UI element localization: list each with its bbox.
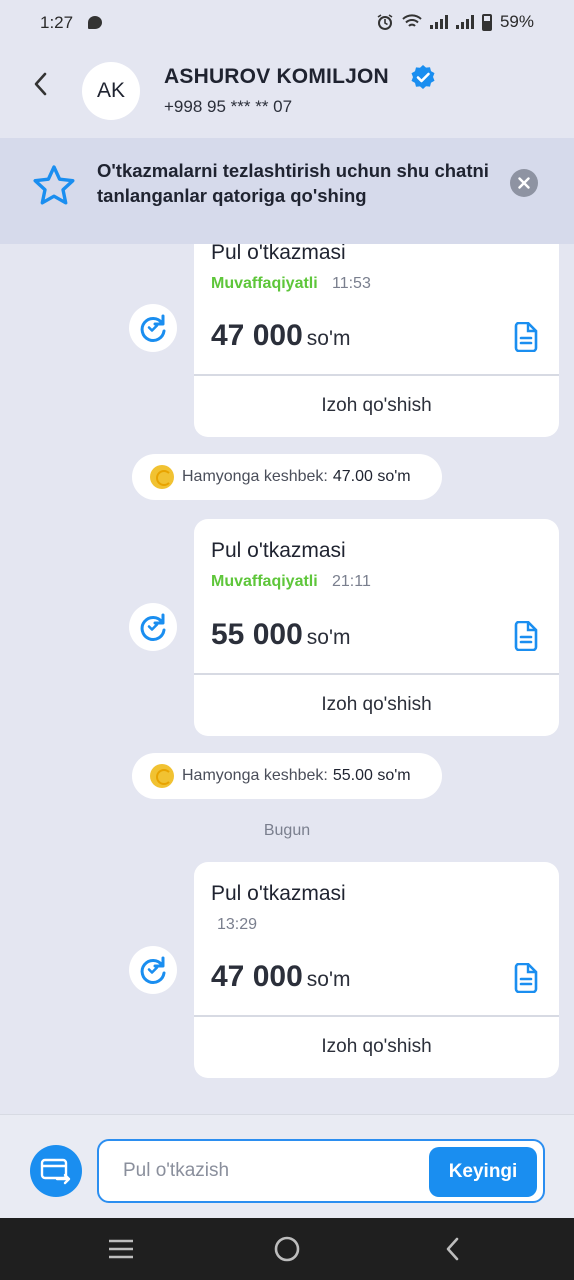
chat-notification-icon [88,16,102,29]
battery-percent: 59% [499,12,534,31]
transfer-input-field[interactable]: Keyingi [97,1139,545,1203]
menu-icon [109,1239,133,1259]
transfer-input[interactable] [123,1155,423,1187]
card-amount: 47 000 so'm [211,319,350,353]
repeat-transfer-button[interactable] [129,946,177,994]
home-circle-icon [274,1236,300,1262]
amount-value: 55 000 [211,618,303,651]
coin-icon [150,764,174,788]
amount-currency: so'm [306,968,351,991]
transfer-card[interactable]: Pul o'tkazmasi Muvaffaqiyatli 21:11 55 0… [194,519,559,736]
wallet-transfer-icon [40,1158,71,1185]
home-button[interactable] [270,1232,304,1266]
repeat-transfer-button[interactable] [129,304,177,352]
signal-icon [429,15,448,29]
status-indicators: 59% [376,12,534,32]
card-time: 13:29 [217,916,258,933]
status-time: 1:27 [40,13,74,32]
next-button[interactable]: Keyingi [429,1147,537,1197]
banner-close-button[interactable] [510,169,538,197]
card-status: Muvaffaqiyatli [211,275,318,292]
cashback-amount: 47.00 so'm [332,468,411,485]
card-amount: 55 000 so'm [211,618,350,652]
add-comment-button[interactable]: Izoh qo'shish [194,1017,559,1077]
card-title: Pul o'tkazmasi [211,244,346,264]
close-icon [518,177,530,189]
avatar[interactable]: AK [82,62,140,120]
amount-currency: so'm [306,327,351,350]
amount-currency: so'm [306,626,351,649]
system-back-button[interactable] [435,1232,469,1266]
transfer-card[interactable]: Pul o'tkazmasi 13:29 47 000 so'm Izoh qo'… [194,862,559,1078]
composer-bar: Keyingi [0,1114,574,1218]
chat-messages[interactable]: Pul o'tkazmasi Muvaffaqiyatli 11:53 47 0… [0,244,574,1114]
card-title: Pul o'tkazmasi [211,539,346,562]
repeat-icon [140,613,166,641]
add-comment-button[interactable]: Izoh qo'shish [194,376,559,436]
repeat-icon [140,314,166,342]
document-icon[interactable] [513,322,539,352]
date-separator: Bugun [263,822,311,839]
wifi-icon [402,14,422,27]
chevron-left-icon [446,1237,459,1261]
transfer-card[interactable]: Pul o'tkazmasi Muvaffaqiyatli 11:53 47 0… [194,244,559,437]
back-button[interactable] [24,64,56,104]
alarm-icon [377,14,393,30]
card-status: Muvaffaqiyatli [211,573,318,590]
cashback-notice: Hamyonga keshbek: 55.00 so'm [132,753,442,799]
contact-phone: +998 95 *** ** 07 [164,97,293,116]
verified-badge-icon [411,65,435,89]
coin-icon [150,465,174,489]
document-icon[interactable] [513,621,539,651]
add-comment-button[interactable]: Izoh qo'shish [194,675,559,735]
card-amount: 47 000 so'm [211,960,350,994]
battery-icon [481,13,492,31]
repeat-icon [140,956,166,984]
star-outline-icon [33,165,75,205]
amount-value: 47 000 [211,960,303,993]
status-bar: 1:27 59% [0,0,574,46]
document-icon[interactable] [513,963,539,993]
chat-header: AK ASHUROV KOMILJON +998 95 *** ** 07 [0,46,574,138]
wallet-button[interactable] [30,1145,82,1197]
card-title: Pul o'tkazmasi [211,882,346,905]
card-time: 11:53 [332,275,371,292]
recent-apps-button[interactable] [104,1232,138,1266]
signal-icon-2 [455,15,474,29]
banner-text: O'tkazmalarni tezlashtirish uchun shu ch… [97,160,489,206]
amount-value: 47 000 [211,319,303,352]
system-nav-bar [0,1218,574,1280]
cashback-label: Hamyonga keshbek: [182,767,328,784]
cashback-label: Hamyonga keshbek: [182,468,328,485]
cashback-notice: Hamyonga keshbek: 47.00 so'm [132,454,442,500]
favorites-banner[interactable]: O'tkazmalarni tezlashtirish uchun shu ch… [0,138,574,244]
chevron-left-icon [34,72,47,96]
card-time: 21:11 [332,573,371,590]
contact-name[interactable]: ASHUROV KOMILJON [164,65,389,89]
repeat-transfer-button[interactable] [129,603,177,651]
cashback-amount: 55.00 so'm [332,767,411,784]
